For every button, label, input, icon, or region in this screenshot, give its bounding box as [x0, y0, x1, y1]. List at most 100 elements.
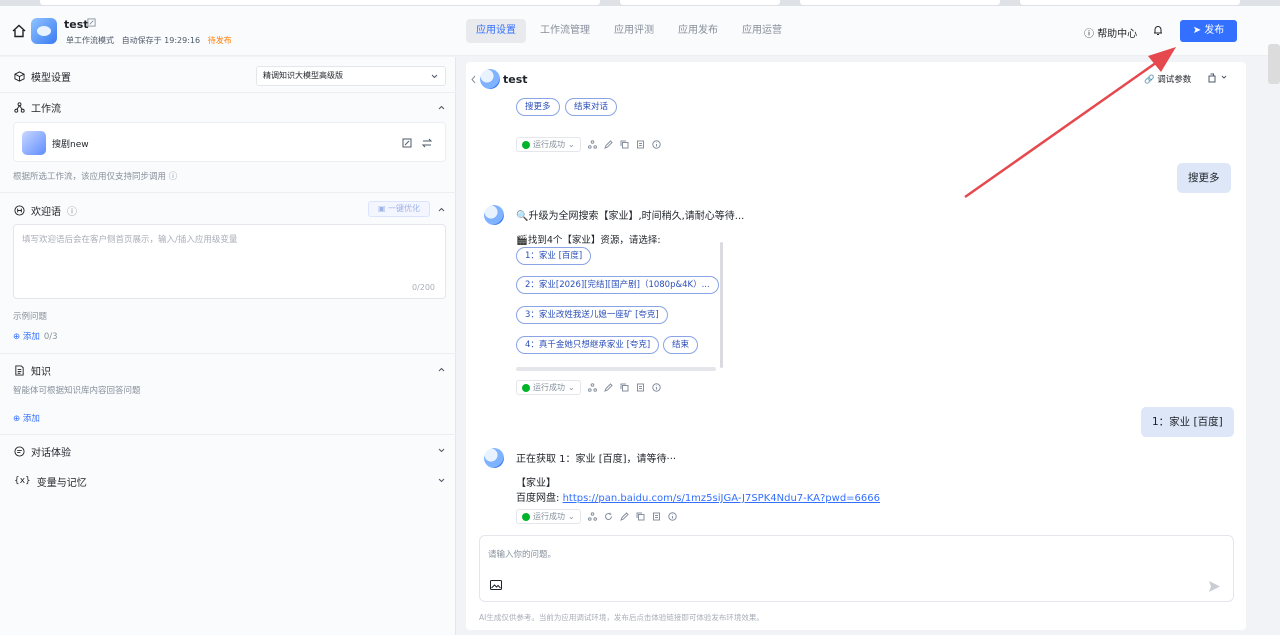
chat-title: test: [503, 73, 528, 86]
chat-icon: [14, 446, 25, 457]
run-status-chip[interactable]: 运行成功 ⌄: [516, 380, 581, 395]
home-icon[interactable]: [12, 24, 26, 38]
run-status-chip[interactable]: 运行成功 ⌄: [516, 137, 581, 152]
tab-app-evaluation[interactable]: 应用评测: [604, 19, 664, 43]
tab-workflow-management[interactable]: 工作流管理: [530, 19, 600, 43]
run-status-chip[interactable]: 运行成功 ⌄: [516, 509, 581, 524]
workflow-icon: [14, 102, 25, 113]
bell-icon[interactable]: [1152, 24, 1164, 36]
workflow-hint: 根据所选工作流，该应用仅支持同步调用 ⓘ: [13, 170, 177, 182]
note-icon[interactable]: [636, 383, 645, 392]
browser-tab[interactable]: [40, 0, 600, 5]
welcome-input[interactable]: 填写欢迎语后会在客户侧首页展示，输入/插入应用级变量 0/200: [13, 224, 446, 299]
bot-avatar: [484, 448, 504, 468]
ai-disclaimer: AI生成仅供参考。当前为应用调试环境，发布后点击体验链接即可体验发布环境效果。: [479, 613, 764, 622]
success-dot: [522, 140, 530, 149]
browser-tab[interactable]: [620, 0, 780, 5]
send-icon[interactable]: [1208, 580, 1221, 593]
browser-tab[interactable]: [800, 0, 1000, 5]
edit-name-icon[interactable]: [87, 18, 96, 27]
link-prefix: 百度网盘:: [516, 493, 563, 504]
link-icon: 🔗: [1144, 75, 1158, 85]
add-example-button[interactable]: ⊕ 添加 0/3: [13, 330, 58, 342]
tab-app-operations[interactable]: 应用运营: [732, 19, 792, 43]
bot-message-text: 🎬找到4个【家业】资源，请选择:: [516, 235, 661, 246]
edit-icon[interactable]: [603, 383, 613, 392]
bot-message-link-line: 百度网盘: https://pan.baidu.com/s/1mz5siJGA-…: [516, 489, 880, 504]
edit-icon[interactable]: [402, 138, 412, 148]
success-dot: [522, 383, 530, 392]
cube-icon: [14, 71, 25, 82]
workflow-card[interactable]: 搜剧new: [13, 122, 446, 162]
copy-icon[interactable]: [620, 383, 629, 392]
help-center-label: 帮助中心: [1097, 29, 1138, 40]
workflow-trace-icon[interactable]: [587, 383, 597, 392]
clear-chat-icon[interactable]: [1207, 72, 1229, 83]
example-count: 0/3: [43, 332, 58, 342]
divider: [0, 192, 456, 193]
help-center-link[interactable]: ⓘ 帮助中心: [1084, 25, 1137, 40]
workflow-trace-icon[interactable]: [587, 512, 597, 521]
workflow-title: 工作流: [31, 104, 61, 115]
optimize-button[interactable]: ▣ 一键优化: [368, 201, 430, 217]
chat-input[interactable]: 请输入你的问题。: [479, 535, 1234, 602]
section-dialog-experience[interactable]: 对话体验: [14, 444, 71, 459]
browser-tab[interactable]: [1020, 0, 1240, 5]
copy-icon[interactable]: [636, 512, 645, 521]
document-icon: [15, 365, 24, 376]
swap-icon[interactable]: [422, 138, 432, 148]
add-knowledge-button[interactable]: ⊕ 添加: [13, 412, 40, 424]
model-select[interactable]: 精调知识大模型高级版: [256, 66, 446, 86]
refresh-icon[interactable]: [604, 512, 613, 521]
option-pill[interactable]: 2：家业[2026][完结][国产剧]（1080p&4K）...: [516, 276, 719, 294]
tab-app-publish[interactable]: 应用发布: [668, 19, 728, 43]
share-link[interactable]: https://pan.baidu.com/s/1mz5siJGA-J7SPK4…: [563, 493, 880, 504]
horizontal-scrollbar[interactable]: [516, 367, 716, 371]
image-upload-icon[interactable]: [490, 580, 502, 590]
chat-input-placeholder: 请输入你的问题。: [488, 550, 557, 560]
welcome-char-count: 0/200: [411, 283, 435, 292]
workflow-trace-icon[interactable]: [587, 140, 597, 149]
autosave-time: 自动保存于 19:29:16: [121, 36, 201, 45]
publish-label: 发布: [1204, 25, 1225, 36]
suggestion-pill[interactable]: 结束对话: [565, 98, 618, 116]
plus-circle-icon: ⊕: [13, 414, 23, 424]
workflow-hint-text: 根据所选工作流，该应用仅支持同步调用: [13, 172, 167, 182]
debug-params-button[interactable]: 🔗 调试参数: [1144, 73, 1191, 85]
option-pill[interactable]: 1：家业 [百度]: [516, 247, 592, 265]
app-meta: 单工作流模式 自动保存于 19:29:16 待发布: [66, 35, 232, 46]
note-icon[interactable]: [636, 140, 645, 149]
info-icon[interactable]: ⓘ: [67, 203, 77, 218]
section-model-settings: 模型设置: [14, 69, 71, 84]
copy-icon[interactable]: [620, 140, 629, 149]
chevron-up-icon[interactable]: [437, 365, 446, 374]
suggestion-pill[interactable]: 搜更多: [516, 98, 560, 116]
collapse-left-icon[interactable]: [470, 75, 477, 84]
chevron-down-icon: ⌄: [568, 512, 575, 521]
option-pill[interactable]: 3：家业改姓我送儿媳一座矿 [夸克]: [516, 306, 668, 324]
model-select-value: 精调知识大模型高级版: [263, 71, 343, 80]
chevron-up-icon[interactable]: [437, 103, 446, 112]
chevron-down-icon[interactable]: [437, 446, 446, 455]
variable-icon: {x}: [14, 476, 31, 486]
variables-memory-title: 变量与记忆: [36, 478, 87, 489]
section-variables-memory[interactable]: {x} 变量与记忆: [14, 474, 87, 489]
options-scrollbar[interactable]: [720, 242, 723, 368]
workflow-app-icon: [22, 131, 46, 155]
info-icon[interactable]: [668, 512, 677, 521]
info-icon[interactable]: [652, 383, 661, 392]
edit-icon[interactable]: [619, 512, 629, 521]
page-scrollbar[interactable]: [1268, 44, 1280, 84]
divider: [0, 92, 456, 93]
end-pill[interactable]: 结束: [663, 336, 699, 354]
info-icon[interactable]: [652, 140, 661, 149]
chevron-down-icon[interactable]: [437, 476, 446, 485]
publish-button[interactable]: ➤ 发布: [1180, 20, 1237, 42]
chevron-up-icon[interactable]: [437, 205, 446, 214]
note-icon[interactable]: [652, 512, 661, 521]
option-pill[interactable]: 4：真千金她只想继承家业 [夸克]: [516, 336, 660, 354]
edit-icon[interactable]: [603, 140, 613, 149]
bot-message-text: 【家业】: [516, 478, 556, 489]
question-icon[interactable]: ⓘ: [169, 172, 178, 182]
tab-app-settings[interactable]: 应用设置: [466, 19, 526, 43]
